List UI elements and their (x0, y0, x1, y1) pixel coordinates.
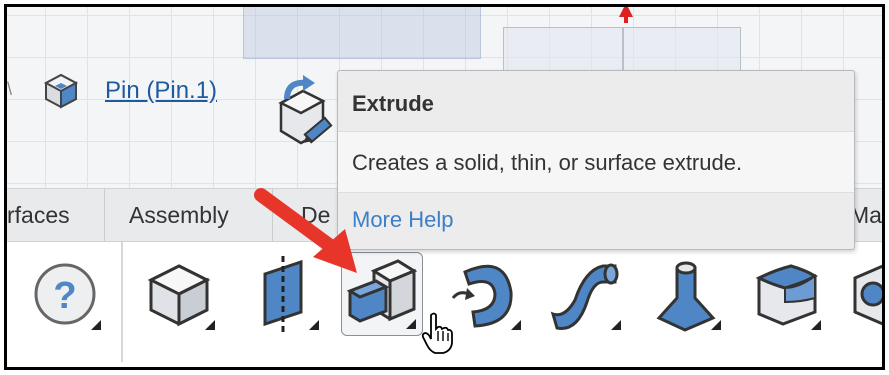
toolbar-separator (121, 242, 123, 362)
part-link[interactable]: Pin (Pin.1) (105, 77, 217, 105)
tab-surfaces[interactable]: rfaces (7, 189, 105, 241)
shell-icon (853, 264, 882, 326)
dropdown-corner-icon (309, 320, 319, 330)
tab-assembly[interactable]: Assembly (105, 189, 273, 241)
svg-text:?: ? (53, 275, 76, 317)
sweep-tool-button[interactable] (545, 252, 627, 336)
dropdown-corner-icon (91, 320, 101, 330)
help-button[interactable]: ? (25, 252, 107, 336)
sketch-tool-icon[interactable] (273, 73, 339, 157)
tooltip-description: Creates a solid, thin, or surface extrud… (338, 131, 854, 193)
dropdown-corner-icon (406, 319, 416, 329)
selection-region (243, 7, 481, 59)
dropdown-corner-icon (711, 320, 721, 330)
shell-tool-button[interactable] (843, 252, 882, 336)
tooltip-title: Extrude (352, 91, 434, 116)
fillet-tool-button[interactable] (745, 252, 827, 336)
hand-cursor-icon (421, 312, 453, 354)
red-axis-arrow-icon (619, 7, 633, 17)
revolve-tool-button[interactable] (445, 252, 527, 336)
box-tool-button[interactable] (139, 252, 221, 336)
part-cube-icon (43, 73, 79, 109)
screenshot-frame: \ Pin (Pin.1) rfaces Assembly De Ma ? Ex… (4, 4, 885, 370)
extrude-tooltip: Extrude Creates a solid, thin, or surfac… (337, 70, 855, 250)
breadcrumb-separator: \ (7, 79, 13, 99)
annotation-arrow-icon (254, 188, 357, 273)
dropdown-corner-icon (205, 320, 215, 330)
dropdown-corner-icon (811, 320, 821, 330)
dropdown-corner-icon (611, 320, 621, 330)
dropdown-corner-icon (511, 320, 521, 330)
loft-tool-button[interactable] (645, 252, 727, 336)
